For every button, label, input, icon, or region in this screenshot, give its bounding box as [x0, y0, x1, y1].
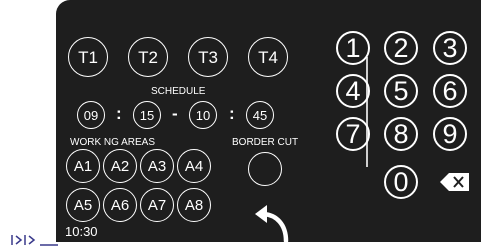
keypad-key-2[interactable]: 2	[384, 31, 418, 65]
area-button-a2[interactable]: A2	[103, 149, 137, 183]
clock-display: 10:30	[65, 224, 98, 239]
area-button-a6[interactable]: A6	[103, 188, 137, 222]
keypad-key-7[interactable]: 7	[336, 117, 370, 151]
backspace-icon[interactable]	[440, 172, 470, 192]
keypad-key-8[interactable]: 8	[384, 117, 418, 151]
time-range-dash: -	[172, 104, 178, 123]
tool-button-t1[interactable]: T1	[68, 37, 108, 77]
working-areas-label: WORK NG AREAS	[70, 137, 156, 148]
corner-decoration	[10, 233, 60, 247]
control-panel: T1 T2 T3 T4 SCHEDULE 09 : 15 - 10 : 45 W…	[56, 0, 481, 244]
undo-arrow-icon[interactable]	[252, 202, 292, 244]
area-button-a1[interactable]: A1	[66, 149, 100, 183]
area-button-a8[interactable]: A8	[177, 188, 211, 222]
tool-button-t4[interactable]: T4	[248, 37, 288, 77]
start-hour-field[interactable]: 09	[77, 101, 105, 129]
tool-button-t2[interactable]: T2	[128, 37, 168, 77]
keypad-key-5[interactable]: 5	[384, 74, 418, 108]
tool-button-t3[interactable]: T3	[188, 37, 228, 77]
keypad-key-4[interactable]: 4	[336, 74, 370, 108]
keypad-key-1[interactable]: 1	[336, 31, 370, 65]
border-cut-label: BORDER CUT	[232, 137, 299, 148]
time-colon-1: :	[116, 104, 122, 123]
area-button-a7[interactable]: A7	[140, 188, 174, 222]
end-hour-field[interactable]: 10	[189, 101, 217, 129]
border-cut-button[interactable]	[248, 152, 282, 186]
keypad-key-0[interactable]: 0	[384, 165, 418, 199]
schedule-label: SCHEDULE	[151, 86, 206, 97]
start-minute-field[interactable]: 15	[133, 101, 161, 129]
area-button-a5[interactable]: A5	[66, 188, 100, 222]
keypad-key-3[interactable]: 3	[433, 31, 467, 65]
keypad-key-6[interactable]: 6	[433, 74, 467, 108]
time-colon-2: :	[229, 104, 235, 123]
area-button-a4[interactable]: A4	[177, 149, 211, 183]
end-minute-field[interactable]: 45	[246, 101, 274, 129]
keypad-key-9[interactable]: 9	[433, 117, 467, 151]
area-button-a3[interactable]: A3	[140, 149, 174, 183]
divider	[366, 57, 368, 167]
